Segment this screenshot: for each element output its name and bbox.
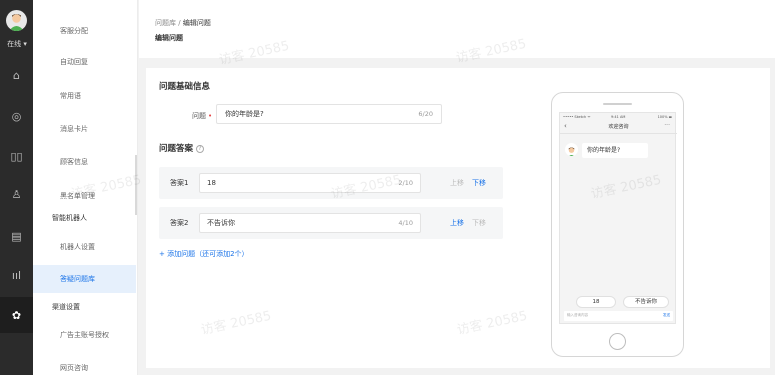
app-root: 在线 ▾ ⌂ ◎ ▯▯ ♙ ▤ ııl ✿ 客服分配 自动回复 常用语 消息卡片… (0, 0, 775, 375)
answer-row: 答案1 18 2/10 上移 下移 (159, 167, 503, 199)
menu-item-web-consult[interactable]: 网页咨询 (33, 354, 136, 375)
menu-scrollbar[interactable] (135, 155, 137, 215)
answers-title: 问题答案? (159, 142, 205, 154)
chat-icon[interactable]: ◎ (8, 108, 25, 125)
menu-group-robot[interactable]: 智能机器人 (33, 204, 136, 232)
settings-menu: 客服分配 自动回复 常用语 消息卡片 顾客信息 黑名单管理 智能机器人 机器人设… (33, 0, 138, 375)
basic-info-title: 问题基础信息 (159, 82, 211, 92)
user-icon[interactable]: ♙ (8, 186, 25, 203)
help-icon[interactable]: ? (196, 145, 205, 153)
bot-message-bubble: 你的年龄是? (582, 143, 648, 158)
answer-input-value: 18 (207, 179, 216, 187)
menu-item-service-assign[interactable]: 客服分配 (33, 17, 136, 45)
left-rail: 在线 ▾ ⌂ ◎ ▯▯ ♙ ▤ ııl ✿ (0, 0, 33, 375)
move-up-button[interactable]: 上移 (450, 218, 464, 228)
chat-input-placeholder: 输入咨询内容 (567, 313, 588, 317)
chart-icon[interactable]: ııl (8, 267, 25, 284)
menu-item-qa-library[interactable]: 答疑问题库 (33, 265, 136, 293)
question-label: 问题 • (192, 111, 212, 121)
answer-char-count: 4/10 (398, 219, 413, 227)
move-down-button[interactable]: 下移 (472, 178, 486, 188)
mobile-preview: ••••• Sketch ᯤ 9:41 AM 100% ▬ 欢迎咨询 ‹ ···… (551, 92, 684, 357)
answers-title-text: 问题答案 (159, 144, 194, 154)
add-question-link[interactable]: + 添加问题（还可添加2个） (159, 249, 249, 259)
required-mark: • (208, 112, 213, 120)
battery-icon: 100% ▬ (657, 115, 672, 119)
quick-reply-chip[interactable]: 不告诉你 (623, 296, 669, 308)
menu-item-robot-settings[interactable]: 机器人设置 (33, 233, 136, 261)
document-icon[interactable]: ▤ (8, 228, 25, 245)
grid-icon[interactable]: ▯▯ (8, 148, 25, 165)
home-icon[interactable]: ⌂ (8, 67, 25, 84)
question-input-value: 你的年龄是? (225, 110, 264, 118)
move-down-button[interactable]: 下移 (472, 218, 486, 228)
answer-input-value: 不告诉你 (207, 219, 235, 227)
menu-item-auto-reply[interactable]: 自动回复 (33, 48, 136, 76)
more-icon[interactable]: ··· (664, 122, 670, 129)
menu-item-customer-info[interactable]: 顾客信息 (33, 148, 136, 176)
back-icon[interactable]: ‹ (564, 122, 567, 130)
phone-screen: ••••• Sketch ᯤ 9:41 AM 100% ▬ 欢迎咨询 ‹ ···… (559, 112, 677, 324)
breadcrumb-root[interactable]: 问题库 (155, 19, 176, 27)
menu-item-message-card[interactable]: 消息卡片 (33, 115, 136, 143)
question-char-count: 6/20 (418, 110, 433, 118)
answer-char-count: 2/10 (398, 179, 413, 187)
phone-home-button (609, 333, 626, 350)
question-label-text: 问题 (192, 112, 206, 120)
status-chevron-icon: ▾ (23, 40, 27, 48)
breadcrumb-current: 编辑问题 (182, 19, 211, 27)
answer-label: 答案1 (170, 179, 189, 187)
send-button[interactable]: 发送 (663, 313, 670, 318)
answer-row: 答案2 不告诉你 4/10 上移 下移 (159, 207, 503, 239)
quick-reply-chip[interactable]: 18 (576, 296, 616, 308)
answer-label: 答案2 (170, 219, 189, 227)
clock-text: 9:41 AM (611, 115, 626, 119)
question-input[interactable]: 你的年龄是? 6/20 (216, 104, 442, 124)
page-title: 编辑问题 (155, 34, 183, 42)
move-up-button[interactable]: 上移 (450, 178, 464, 188)
breadcrumb-separator: / (178, 19, 181, 27)
menu-item-ad-auth[interactable]: 广告主账号授权 (33, 321, 136, 349)
bot-avatar (565, 143, 578, 156)
chat-input[interactable]: 输入咨询内容 发送 (564, 311, 673, 321)
chat-title: 欢迎咨询 (608, 124, 629, 130)
online-status[interactable]: 在线 ▾ (2, 39, 32, 49)
answer-input[interactable]: 18 2/10 (199, 173, 421, 193)
answer-input[interactable]: 不告诉你 4/10 (199, 213, 421, 233)
page-header: 问题库 / 编辑问题 编辑问题 (139, 0, 775, 58)
menu-group-channel[interactable]: 渠道设置 (33, 293, 136, 321)
gear-icon[interactable]: ✿ (0, 297, 33, 333)
carrier-text: ••••• Sketch ᯤ (563, 115, 591, 119)
breadcrumb: 问题库 / 编辑问题 (155, 18, 211, 28)
nav-divider (560, 133, 677, 134)
phone-speaker (603, 103, 632, 105)
user-avatar[interactable] (6, 10, 27, 31)
online-status-label: 在线 (7, 40, 22, 48)
menu-item-common-phrases[interactable]: 常用语 (33, 82, 136, 110)
